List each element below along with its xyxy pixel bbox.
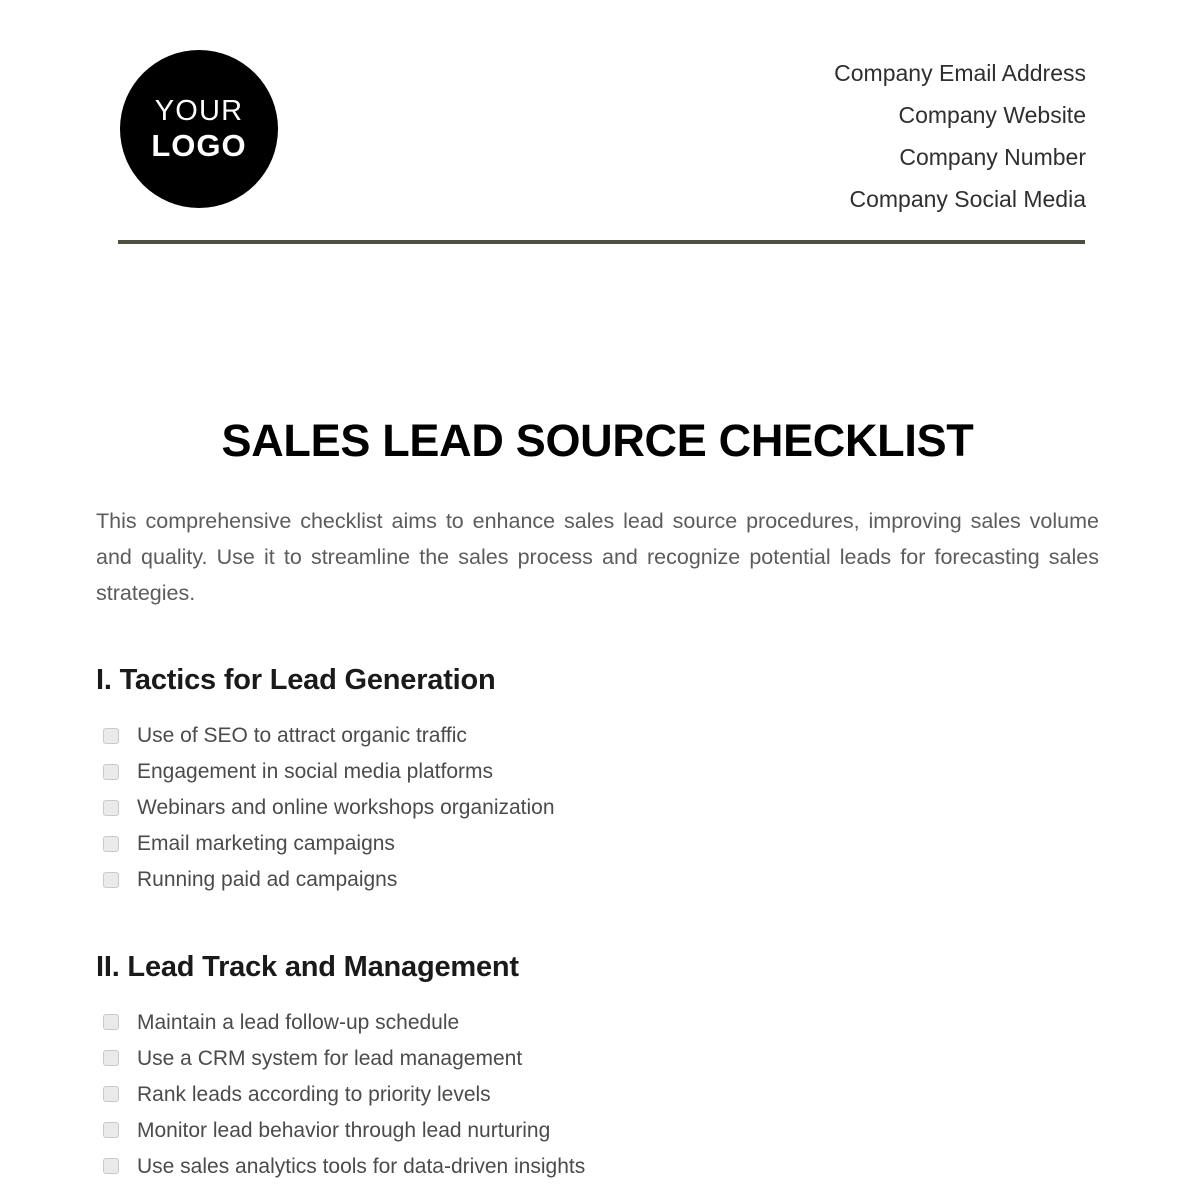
checklist-item-label: Use a CRM system for lead management bbox=[137, 1046, 523, 1070]
list-item[interactable]: Maintain a lead follow-up schedule bbox=[96, 1004, 1099, 1040]
checklist-item-label: Rank leads according to priority levels bbox=[137, 1082, 491, 1106]
checklist-item-label: Email marketing campaigns bbox=[137, 832, 395, 856]
checkbox-icon[interactable] bbox=[103, 763, 119, 780]
list-item[interactable]: Email marketing campaigns bbox=[96, 826, 1099, 862]
checkbox-icon[interactable] bbox=[103, 727, 119, 744]
section-lead-track-and-management: II. Lead Track and Management Maintain a… bbox=[96, 950, 1099, 1185]
header-divider bbox=[118, 240, 1085, 244]
checkbox-icon[interactable] bbox=[103, 1122, 119, 1139]
contact-website: Company Website bbox=[898, 102, 1087, 128]
contact-social-media: Company Social Media bbox=[849, 186, 1086, 212]
section-heading-2: II. Lead Track and Management bbox=[96, 950, 519, 983]
section-tactics-for-lead-generation: I. Tactics for Lead Generation Use of SE… bbox=[96, 663, 1099, 898]
list-item[interactable]: Webinars and online workshops organizati… bbox=[96, 790, 1099, 826]
list-item[interactable]: Rank leads according to priority levels bbox=[96, 1076, 1099, 1112]
checklist-section-2: Maintain a lead follow-up schedule Use a… bbox=[96, 1004, 1099, 1184]
page-title: SALES LEAD SOURCE CHECKLIST bbox=[221, 415, 974, 466]
list-item[interactable]: Use a CRM system for lead management bbox=[96, 1040, 1099, 1076]
logo-text-logo: LOGO bbox=[151, 128, 247, 163]
checklist-item-label: Monitor lead behavior through lead nurtu… bbox=[137, 1118, 551, 1142]
contact-email-address: Company Email Address bbox=[834, 60, 1086, 86]
checkbox-icon[interactable] bbox=[103, 1086, 119, 1103]
list-item[interactable]: Engagement in social media platforms bbox=[96, 754, 1099, 790]
company-contact-block: Company Email Address Company Website Co… bbox=[566, 52, 1086, 220]
checkbox-icon[interactable] bbox=[103, 1014, 119, 1031]
checklist-item-label: Use of SEO to attract organic traffic bbox=[137, 724, 467, 748]
checkbox-icon[interactable] bbox=[103, 835, 119, 852]
list-item[interactable]: Monitor lead behavior through lead nurtu… bbox=[96, 1112, 1099, 1148]
contact-number: Company Number bbox=[899, 144, 1086, 170]
list-item[interactable]: Running paid ad campaigns bbox=[96, 862, 1099, 898]
checklist-item-label: Webinars and online workshops organizati… bbox=[137, 796, 555, 820]
document-page: YOUR LOGO Company Email Address Company … bbox=[0, 0, 1200, 1200]
list-item[interactable]: Use sales analytics tools for data-drive… bbox=[96, 1148, 1099, 1184]
checkbox-icon[interactable] bbox=[103, 1050, 119, 1067]
checkbox-icon[interactable] bbox=[103, 871, 119, 888]
intro-paragraph: This comprehensive checklist aims to enh… bbox=[96, 508, 1099, 605]
checkbox-icon[interactable] bbox=[103, 799, 119, 816]
list-item[interactable]: Use of SEO to attract organic traffic bbox=[96, 718, 1099, 754]
checklist-item-label: Use sales analytics tools for data-drive… bbox=[137, 1154, 586, 1178]
logo-text-your: YOUR bbox=[154, 95, 244, 127]
company-logo: YOUR LOGO bbox=[120, 50, 278, 208]
document-content: SALES LEAD SOURCE CHECKLIST This compreh… bbox=[96, 415, 1099, 1184]
checklist-item-label: Running paid ad campaigns bbox=[137, 868, 398, 892]
checkbox-icon[interactable] bbox=[103, 1158, 119, 1175]
checklist-item-label: Engagement in social media platforms bbox=[137, 760, 494, 784]
checklist-item-label: Maintain a lead follow-up schedule bbox=[137, 1010, 460, 1034]
section-heading-1: I. Tactics for Lead Generation bbox=[96, 663, 496, 696]
checklist-section-1: Use of SEO to attract organic traffic En… bbox=[96, 718, 1099, 898]
document-header: YOUR LOGO Company Email Address Company … bbox=[0, 0, 1200, 250]
